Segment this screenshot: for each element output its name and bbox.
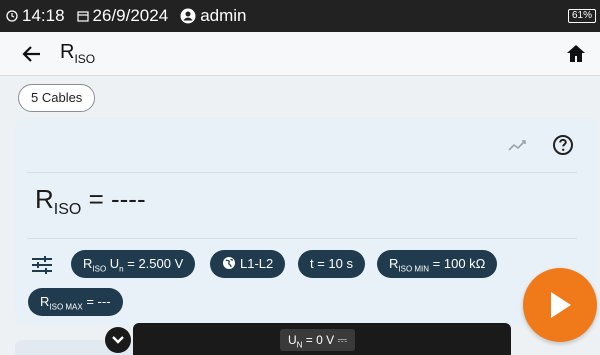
trend-icon [508,140,526,151]
cables-chip[interactable]: 5 Cables [18,84,96,112]
time-chip[interactable]: t = 10 s [298,250,365,278]
home-button[interactable] [564,42,588,66]
play-icon [551,292,571,318]
header: RISO [0,32,600,76]
status-bar: 14:18 26/9/2024 admin 61% [0,0,600,32]
calendar-icon [76,10,89,22]
user: admin [180,6,247,26]
chevron-down-icon [112,336,124,344]
clock-icon [6,10,18,22]
back-arrow-icon [22,45,40,62]
globe-icon [223,257,235,269]
home-icon [567,45,585,62]
un-chip[interactable]: RISO Un = 2.500 V [71,250,196,278]
settings-sliders-icon [32,256,52,274]
back-button[interactable] [18,40,46,68]
date: 26/9/2024 [76,6,169,26]
measurement-card: RISO = ---- RISO Un = 2.500 V L1-L2 t = … [15,118,597,326]
time-text: 14:18 [22,6,65,25]
collapse-button[interactable] [105,327,131,353]
date-text: 26/9/2024 [92,6,169,25]
battery-indicator: 61% [567,9,596,23]
user-text: admin [200,6,247,25]
measurement-reading: RISO = ---- [35,184,146,219]
riso-max-chip[interactable]: RISO MAX = --- [28,288,123,316]
start-measurement-button[interactable] [523,268,597,342]
help-button[interactable] [552,134,574,156]
clock: 14:18 [6,6,65,26]
settings-button[interactable] [31,254,53,276]
user-icon [180,8,196,24]
bottom-bar: UN = 0 V ⎓ [133,323,511,355]
divider [27,172,577,173]
help-icon [553,135,573,155]
page-title: RISO [60,41,96,66]
riso-min-chip[interactable]: RISO MIN = 100 kΩ [377,250,498,278]
circuit-chip[interactable]: L1-L2 [210,250,286,278]
voltage-readout: UN = 0 V ⎓ [280,329,356,351]
divider [27,238,577,239]
